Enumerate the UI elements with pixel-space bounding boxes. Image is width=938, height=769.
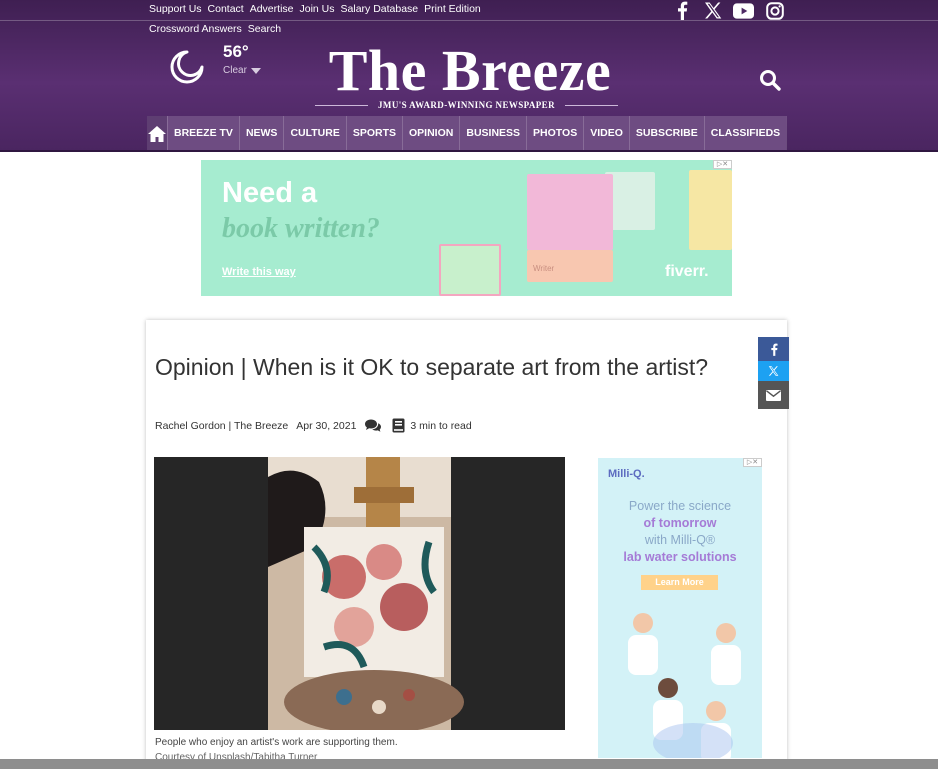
x-icon [768,366,779,376]
nav-item-sports[interactable]: SPORTS [345,116,402,151]
read-time: 3 min to read [410,419,472,432]
top-links-secondary: Crossword Answers Search [149,23,281,35]
nav-item-classifieds[interactable]: CLASSIFIEDS [703,116,788,151]
fiverr-logo: fiverr. [665,263,709,280]
chevron-down-icon [250,67,261,74]
site-tagline: JMU'S AWARD-WINNING NEWSPAPER [378,100,555,110]
share-facebook-button[interactable] [758,337,789,361]
tagline-row: JMU'S AWARD-WINNING NEWSPAPER [315,100,619,110]
ad-writer-label: Writer [533,264,555,273]
share-x-button[interactable] [758,361,789,381]
article-date: Apr 30, 2021 [296,419,357,432]
sidebar-ad-line1: Power the science [628,499,732,513]
site-header: Support Us Contact Advertise Join Us Sal… [0,0,938,151]
nav-home[interactable] [147,116,167,151]
article-byline: Rachel Gordon | The Breeze Apr 30, 2021 … [155,418,472,433]
sidebar-ad-line4: lab water solutions [623,550,737,564]
ad-cta-link[interactable]: Write this way [222,266,296,278]
support-us-link[interactable]: Support Us [149,3,202,15]
sidebar-ad-line2: of tomorrow [643,516,717,530]
search-link[interactable]: Search [248,23,281,35]
contact-link[interactable]: Contact [208,3,244,15]
scientists-illustration [628,613,741,758]
ad-choices-icon[interactable]: ▷✕ [713,160,732,169]
article-author[interactable]: Rachel Gordon | The Breeze [155,420,288,432]
nav-item-business[interactable]: BUSINESS [459,116,526,151]
instagram-icon[interactable] [764,1,785,20]
nav-item-subscribe[interactable]: SUBSCRIBE [628,116,704,151]
nav-item-video[interactable]: VIDEO [583,116,629,151]
site-title: The Breeze [328,38,612,103]
nav-item-culture[interactable]: CULTURE [283,116,345,151]
nav-item-photos[interactable]: PHOTOS [526,116,583,151]
milli-q-logo: Milli-Q. [608,468,645,480]
x-icon[interactable] [702,1,723,20]
nav-item-opinion[interactable]: OPINION [402,116,459,151]
ad-writer-card: Writer [527,250,613,282]
facebook-icon [770,343,778,356]
ad-book-mockup [689,170,732,250]
share-bar [758,337,789,409]
article-headline: Opinion | When is it OK to separate art … [155,354,709,380]
painting-artist-image [154,457,565,730]
tagline-rule-right [564,104,619,106]
top-links-primary: Support Us Contact Advertise Join Us Sal… [149,3,481,15]
youtube-icon[interactable] [733,1,754,20]
learn-more-button[interactable]: Learn More [641,575,718,590]
home-icon [148,125,166,142]
print-edition-link[interactable]: Print Edition [424,3,481,15]
banner-ad[interactable]: Need a book written? Write this way Writ… [201,160,732,296]
weather-temperature: 56° [223,42,249,61]
ad-headline-line1: Need a [222,177,318,209]
nav-item-breeze-tv[interactable]: BREEZE TV [167,116,239,151]
comments-icon[interactable] [364,419,382,433]
social-links [671,1,785,20]
moon-icon [170,50,204,84]
ad-book-mockup [527,174,613,250]
weather-widget[interactable]: 56° Clear [170,42,261,84]
book-icon [392,418,405,433]
advertise-link[interactable]: Advertise [250,3,294,15]
photo-caption: People who enjoy an artist's work are su… [155,737,398,748]
crossword-answers-link[interactable]: Crossword Answers [149,23,242,35]
sidebar-ad-copy: Power the science of tomorrow with Milli… [598,498,762,566]
nav-item-news[interactable]: NEWS [238,116,284,151]
header-divider [0,150,938,152]
ad-choices-icon[interactable]: ▷✕ [743,458,762,467]
article-photo[interactable] [154,457,565,730]
email-icon [766,389,781,401]
share-email-button[interactable] [758,381,789,409]
site-logo[interactable]: The Breeze JMU'S AWARD-WINNING NEWSPAPER [300,36,640,110]
salary-database-link[interactable]: Salary Database [341,3,419,15]
weather-condition-label: Clear [223,65,247,76]
search-icon[interactable] [758,68,782,92]
join-us-link[interactable]: Join Us [300,3,335,15]
tagline-rule-left [315,104,369,106]
weather-condition[interactable]: Clear [223,65,261,76]
sidebar-ad[interactable]: Milli-Q. Power the science of tomorrow w… [598,458,762,758]
main-nav: BREEZE TV NEWS CULTURE SPORTS OPINION BU… [147,116,788,151]
ad-book-mockup [439,244,501,296]
facebook-icon[interactable] [671,1,692,20]
browser-bottom-bar [0,759,938,769]
sidebar-ad-line3: with Milli-Q® [644,533,716,547]
top-divider [0,20,938,21]
ad-headline-line2: book written? [222,213,380,244]
